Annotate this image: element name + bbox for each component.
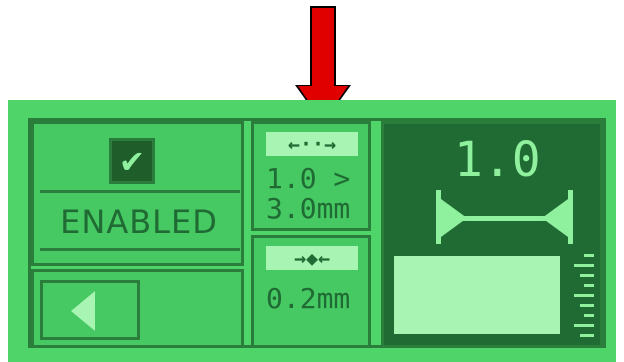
- lcd-frame: ✔ ENABLED ←··→ 1.0 > 3.0mm →◆← 0.2mm 1.0: [28, 118, 606, 348]
- pointer-arrow-shaft: [312, 8, 334, 88]
- checkmark-icon[interactable]: ✔: [109, 138, 155, 184]
- range-value-line2: 3.0mm: [266, 192, 351, 225]
- lcd-screen: ✔ ENABLED ←··→ 1.0 > 3.0mm →◆← 0.2mm 1.0: [8, 100, 616, 362]
- measurement-value: 1.0: [454, 132, 541, 188]
- divider: [40, 190, 240, 193]
- range-value-line1: 1.0 >: [266, 162, 351, 195]
- dimension-arrowhead-right: [542, 199, 568, 237]
- inward-arrows-icon: →◆←: [266, 246, 358, 270]
- level-bar: [394, 256, 560, 334]
- divider: [40, 248, 240, 251]
- back-button[interactable]: [40, 280, 140, 340]
- dimension-arrowhead-left: [441, 199, 467, 237]
- enabled-label: ENABLED: [60, 203, 218, 241]
- step-setting[interactable]: →◆← 0.2mm: [251, 235, 371, 348]
- left-triangle-icon: [71, 291, 95, 331]
- enable-toggle[interactable]: ✔ ENABLED: [31, 121, 244, 266]
- level-scale: [566, 254, 594, 342]
- step-value: 0.2mm: [266, 282, 351, 315]
- range-setting[interactable]: ←··→ 1.0 > 3.0mm: [251, 121, 371, 231]
- measurement-display: 1.0: [381, 121, 603, 348]
- back-panel: [31, 269, 244, 348]
- outward-dotted-arrows-icon: ←··→: [266, 132, 358, 156]
